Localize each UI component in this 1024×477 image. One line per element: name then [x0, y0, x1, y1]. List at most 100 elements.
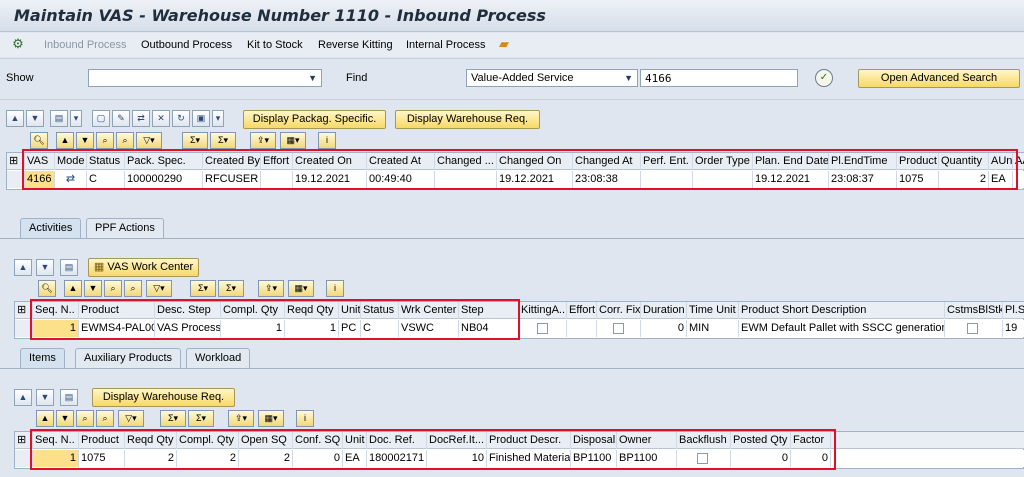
new-document-icon[interactable]: ▢: [92, 110, 110, 127]
kitting-cell[interactable]: [519, 320, 567, 337]
sum-icon[interactable]: Σ▾: [190, 280, 216, 297]
layout-icon[interactable]: ▤: [60, 389, 78, 406]
display-warehouse-req-button[interactable]: Display Warehouse Req.: [92, 388, 235, 407]
save-icon[interactable]: ▣: [192, 110, 210, 127]
product-short-desc-cell[interactable]: EWM Default Pallet with SSCC generation: [739, 320, 945, 337]
delete-icon[interactable]: ✕: [152, 110, 170, 127]
edit-icon[interactable]: ✎: [112, 110, 130, 127]
show-label: Show: [6, 72, 34, 84]
scroll-down-button[interactable]: ▼: [26, 110, 44, 127]
subtotal-icon[interactable]: Σ▾: [188, 410, 214, 427]
export-icon[interactable]: ⇪▾: [228, 410, 254, 427]
dropdown-icon[interactable]: ▾: [212, 110, 224, 127]
sort-asc-icon[interactable]: ▲: [36, 410, 54, 427]
menu-internal-process[interactable]: Internal Process: [406, 39, 485, 51]
time-unit-cell[interactable]: MIN: [687, 320, 739, 337]
info-icon[interactable]: i: [296, 410, 314, 427]
scroll-down-button[interactable]: ▼: [36, 389, 54, 406]
col-header[interactable]: Corr. Fix: [597, 302, 641, 319]
effort-cell[interactable]: [567, 320, 597, 337]
tab-strip-top: Activities PPF Actions: [0, 218, 1024, 238]
details-icon[interactable]: 🔍︎: [30, 132, 48, 149]
sort-asc-icon[interactable]: ▲: [64, 280, 82, 297]
layout-select-icon[interactable]: ▦▾: [288, 280, 314, 297]
scroll-up-button[interactable]: ▲: [14, 389, 32, 406]
find-next-icon[interactable]: ⌕: [116, 132, 134, 149]
tab-ppf-actions[interactable]: PPF Actions: [86, 218, 164, 238]
find-next-icon[interactable]: ⌕: [124, 280, 142, 297]
layout-select-icon[interactable]: ▦▾: [280, 132, 306, 149]
duration-cell[interactable]: 0: [641, 320, 687, 337]
toggle-mode-icon[interactable]: ⇄: [132, 110, 150, 127]
scroll-up-button[interactable]: ▲: [14, 259, 32, 276]
tree-icon[interactable]: ⚙: [10, 37, 26, 53]
col-header[interactable]: CstmsBlStk: [945, 302, 1003, 319]
col-header[interactable]: KittingA...: [519, 302, 567, 319]
col-header[interactable]: Time Unit: [687, 302, 739, 319]
highlight-box: [30, 429, 836, 470]
display-packag-specific-button[interactable]: Display Packag. Specific.: [243, 110, 386, 129]
filter-icon[interactable]: ▽▾: [146, 280, 172, 297]
col-header[interactable]: Effort: [567, 302, 597, 319]
details-icon[interactable]: 🔍︎: [38, 280, 56, 297]
cstms-cell[interactable]: [945, 320, 1003, 337]
sum-icon[interactable]: Σ▾: [182, 132, 208, 149]
corr-fix-cell[interactable]: [597, 320, 641, 337]
filter-icon[interactable]: ▽▾: [118, 410, 144, 427]
scroll-down-button[interactable]: ▼: [36, 259, 54, 276]
refresh-icon[interactable]: ↻: [172, 110, 190, 127]
find-icon[interactable]: ⌕: [104, 280, 122, 297]
chevron-down-icon: ▼: [308, 73, 317, 83]
show-dropdown[interactable]: ▼: [88, 69, 322, 87]
scroll-up-button[interactable]: ▲: [6, 110, 24, 127]
tab-items[interactable]: Items: [20, 348, 65, 368]
corr-fix-checkbox[interactable]: [613, 323, 624, 334]
vas-work-center-button[interactable]: ▦ VAS Work Center: [88, 258, 199, 277]
export-icon[interactable]: ⇪▾: [250, 132, 276, 149]
export-icon[interactable]: ⇪▾: [258, 280, 284, 297]
tab-auxiliary-products[interactable]: Auxiliary Products: [75, 348, 182, 368]
find-type-dropdown[interactable]: Value-Added Service ▼: [466, 69, 638, 87]
layout-icon[interactable]: ▤: [50, 110, 68, 127]
menu-bar: ⚙ Inbound Process Outbound Process Kit t…: [0, 33, 1024, 57]
menu-inbound-process: Inbound Process: [44, 39, 127, 51]
selection-row: Show ▼ Find Value-Added Service ▼ 4166 ✓…: [0, 64, 1024, 92]
sort-desc-icon[interactable]: ▼: [84, 280, 102, 297]
find-icon[interactable]: ⌕: [96, 132, 114, 149]
pl-s-cell[interactable]: 19: [1003, 320, 1024, 337]
highlight-box: [22, 149, 1018, 190]
sort-desc-icon[interactable]: ▼: [56, 410, 74, 427]
sort-asc-icon[interactable]: ▲: [56, 132, 74, 149]
layout-select-icon[interactable]: ▦▾: [258, 410, 284, 427]
layout-icon[interactable]: ▤: [60, 259, 78, 276]
filter-icon[interactable]: ▽▾: [136, 132, 162, 149]
find-next-icon[interactable]: ⌕: [96, 410, 114, 427]
info-icon[interactable]: i: [318, 132, 336, 149]
window-title: Maintain VAS - Warehouse Number 1110 - I…: [14, 6, 546, 25]
find-icon[interactable]: ⌕: [76, 410, 94, 427]
tab-workload[interactable]: Workload: [186, 348, 251, 368]
cup-icon[interactable]: ▰: [497, 37, 511, 53]
col-header[interactable]: Product Short Description: [739, 302, 945, 319]
execute-icon[interactable]: ✓: [815, 69, 833, 87]
subtotal-icon[interactable]: Σ▾: [218, 280, 244, 297]
col-header[interactable]: Pl.S: [1003, 302, 1024, 319]
display-warehouse-req-button[interactable]: Display Warehouse Req.: [395, 110, 540, 129]
sort-desc-icon[interactable]: ▼: [76, 132, 94, 149]
subtotal-icon[interactable]: Σ▾: [210, 132, 236, 149]
tab-activities[interactable]: Activities: [20, 218, 82, 238]
open-advanced-search-button[interactable]: Open Advanced Search: [858, 69, 1020, 88]
title-bar: Maintain VAS - Warehouse Number 1110 - I…: [0, 0, 1024, 32]
dropdown-icon[interactable]: ▾: [70, 110, 82, 127]
menu-outbound-process[interactable]: Outbound Process: [141, 39, 232, 51]
info-icon[interactable]: i: [326, 280, 344, 297]
col-header[interactable]: Duration: [641, 302, 687, 319]
find-value-input[interactable]: 4166: [640, 69, 798, 87]
menu-reverse-kitting[interactable]: Reverse Kitting: [318, 39, 393, 51]
highlight-box: [30, 299, 520, 340]
kitting-checkbox[interactable]: [537, 323, 548, 334]
cstms-checkbox[interactable]: [967, 323, 978, 334]
sum-icon[interactable]: Σ▾: [160, 410, 186, 427]
menu-kit-to-stock[interactable]: Kit to Stock: [247, 39, 303, 51]
chevron-down-icon: ▼: [624, 73, 633, 83]
